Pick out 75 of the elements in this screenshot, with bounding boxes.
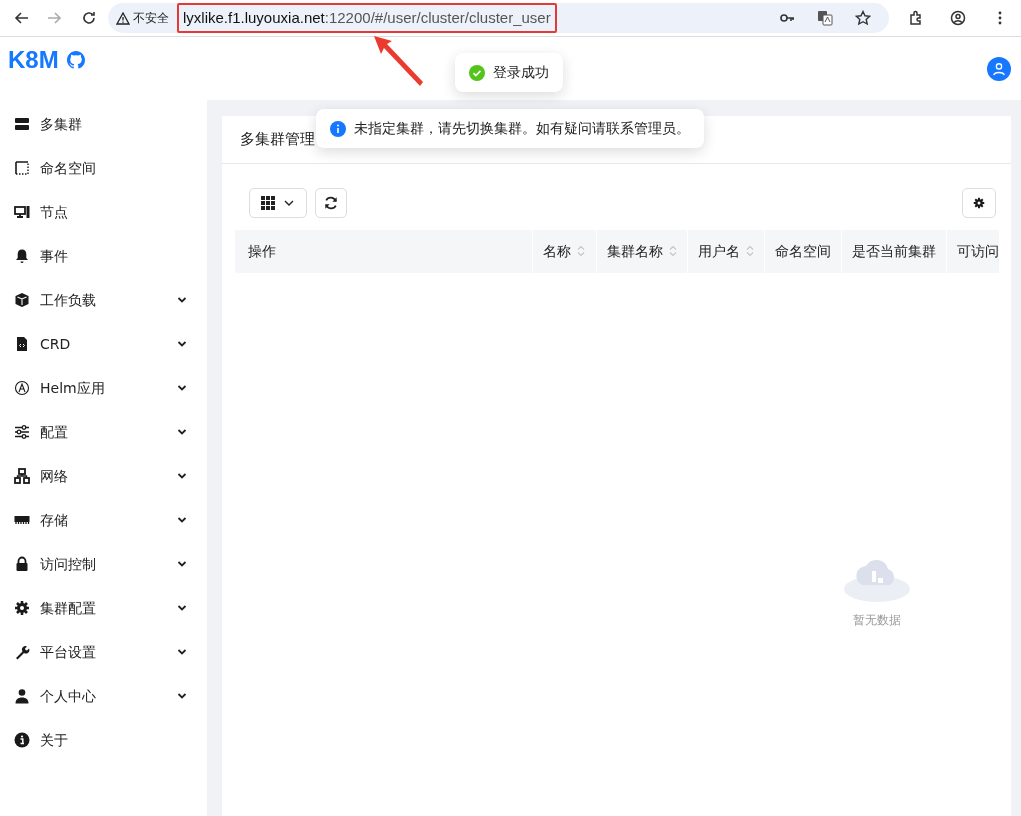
sidebar-item[interactable]: Helm应用 <box>0 366 207 410</box>
extension-icon <box>908 10 924 26</box>
chevron-down-icon <box>177 339 187 349</box>
sidebar-item[interactable]: 访问控制 <box>0 542 207 586</box>
column-header: 是否当前集群 <box>842 229 947 273</box>
security-warning[interactable]: 不安全 <box>116 9 169 27</box>
chevron-down-icon <box>177 427 187 437</box>
column-header: 可访问 <box>956 241 999 261</box>
sidebar-item[interactable]: 集群配置 <box>0 586 207 630</box>
chevron-down-icon <box>177 295 187 305</box>
sidebar-item[interactable]: 多集群 <box>0 102 207 146</box>
server-icon <box>14 116 30 132</box>
success-icon <box>469 64 485 81</box>
info-icon <box>14 732 30 748</box>
translate-icon[interactable] <box>817 10 833 26</box>
column-header[interactable]: 用户名 <box>688 229 765 273</box>
sidebar-item[interactable]: CRD <box>0 322 207 366</box>
chevron-down-icon <box>177 647 187 657</box>
lock-icon <box>14 556 30 572</box>
sidebar-item[interactable]: 个人中心 <box>0 674 207 718</box>
column-header: 命名空间 <box>765 229 842 273</box>
address-bar[interactable]: 不安全 lyxlike.f1.luyouxia.net:12200/#/user/cluster/cluster_user <box>108 3 889 33</box>
toast-message: 登录成功 <box>455 53 563 92</box>
column-header[interactable]: 集群名称 <box>597 229 688 273</box>
chevron-down-icon <box>177 383 187 393</box>
chevron-down-icon <box>177 691 187 701</box>
code-file-icon <box>14 336 30 352</box>
column-header[interactable]: 名称 <box>533 229 597 273</box>
sidebar-item[interactable]: 平台设置 <box>0 630 207 674</box>
sort-icon <box>669 245 677 257</box>
settings-button[interactable] <box>962 187 996 218</box>
sidebar-item[interactable]: 配置 <box>0 410 207 454</box>
url-text: lyxlike.f1.luyouxia.net:12200/#/user/cluster/cluster_user <box>183 7 551 28</box>
chevron-down-icon <box>177 559 187 569</box>
info-icon <box>330 120 346 137</box>
person-icon <box>14 688 30 704</box>
bell-icon <box>14 248 30 264</box>
helm-icon <box>14 380 30 396</box>
refresh-icon <box>324 195 338 210</box>
sliders-icon <box>14 424 30 440</box>
sidebar-item[interactable]: 存储 <box>0 498 207 542</box>
user-icon <box>992 61 1006 76</box>
column-header: 操作 <box>235 229 533 273</box>
network-icon <box>14 468 30 484</box>
app-logo[interactable]: K8M <box>8 41 59 78</box>
sidebar-item[interactable]: 节点 <box>0 190 207 234</box>
sidebar-item[interactable]: 工作负载 <box>0 278 207 322</box>
chevron-down-icon <box>177 471 187 481</box>
chevron-down-icon <box>177 515 187 525</box>
grid-icon <box>261 195 275 210</box>
sidebar-item[interactable]: 关于 <box>0 718 207 762</box>
sidebar-item[interactable]: 命名空间 <box>0 146 207 190</box>
dashed-square-icon <box>14 160 30 176</box>
cube-icon <box>14 292 30 308</box>
back-arrow-icon <box>13 10 29 26</box>
user-avatar[interactable] <box>987 56 1011 81</box>
sidebar-item[interactable]: 网络 <box>0 454 207 498</box>
computer-icon <box>14 204 30 220</box>
warning-icon <box>116 11 130 25</box>
refresh-button[interactable] <box>315 187 347 218</box>
github-icon <box>66 50 85 69</box>
forward-arrow-icon <box>47 10 63 26</box>
column-toggle-button[interactable] <box>249 187 307 218</box>
reload-icon <box>81 10 97 26</box>
toast-message: 未指定集群，请先切换集群。如有疑问请联系管理员。 <box>316 109 704 148</box>
gear-icon <box>14 600 30 616</box>
wrench-icon <box>14 644 30 660</box>
empty-text: 暂无数据 <box>852 611 901 629</box>
sidebar-item[interactable]: 事件 <box>0 234 207 278</box>
star-icon[interactable] <box>855 10 871 26</box>
sort-icon <box>746 245 754 257</box>
sort-icon <box>577 245 585 257</box>
profile-icon <box>950 10 966 26</box>
settings-icon <box>973 196 985 209</box>
chevron-down-icon <box>177 603 187 613</box>
